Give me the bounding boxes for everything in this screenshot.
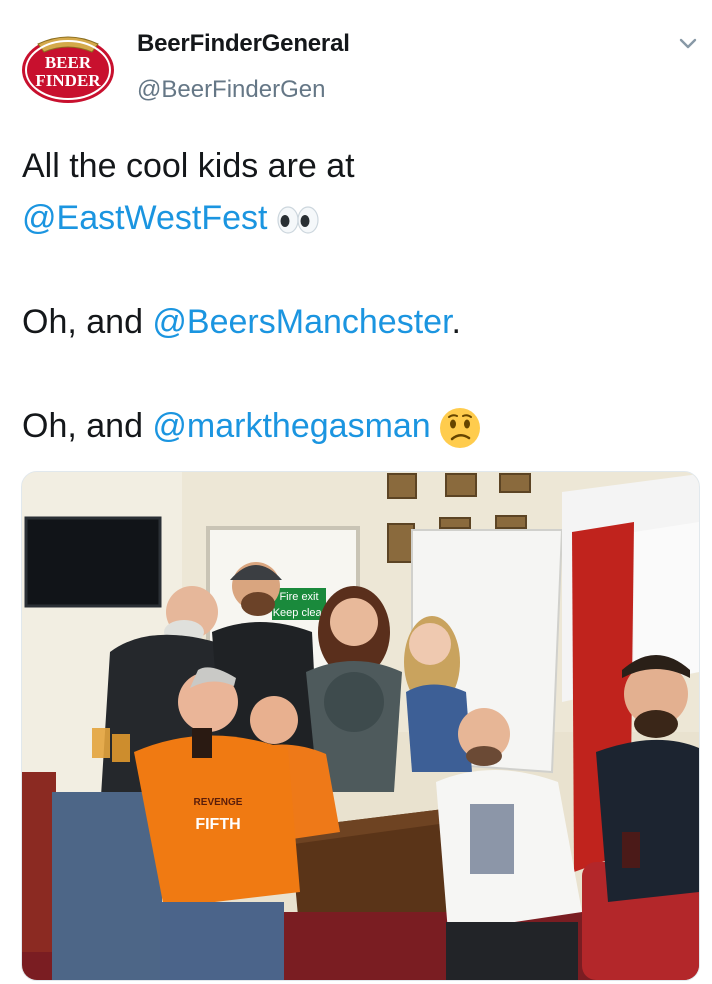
- group-photo-illustration: Fire exit Keep clear REVENGE FIFTH: [22, 472, 699, 980]
- display-name[interactable]: BeerFinderGeneral: [137, 30, 350, 58]
- sign-keep-clear: Keep clear: [273, 607, 326, 619]
- user-handle[interactable]: @BeerFinderGen: [137, 76, 325, 104]
- tweet-photo[interactable]: Fire exit Keep clear REVENGE FIFTH: [21, 471, 700, 981]
- mention-eastwestfest[interactable]: @EastWestFest: [22, 199, 268, 237]
- avatar[interactable]: BEER FINDER: [20, 26, 116, 106]
- avatar-text-finder: FINDER: [35, 71, 101, 90]
- shirt-text-fifth: FIFTH: [195, 816, 240, 833]
- mention-markthegasman[interactable]: @markthegasman: [152, 407, 430, 445]
- sign-fire-exit: Fire exit: [279, 591, 318, 603]
- tweet-line-1: All the cool kids are at: [22, 140, 692, 192]
- mention-beersmanchester[interactable]: @BeersManchester: [152, 303, 451, 341]
- tweet-line-2: @EastWestFest: [22, 192, 692, 244]
- chevron-down-icon[interactable]: [676, 34, 700, 54]
- avatar-text-beer: BEER: [45, 53, 92, 72]
- shirt-text-revenge: REVENGE: [194, 797, 243, 808]
- eyes-emoji-icon: [276, 206, 319, 234]
- tweet-header: BEER FINDER BeerFinderGeneral @BeerFinde…: [0, 0, 712, 120]
- line-text: Oh, and: [22, 407, 153, 445]
- line-punctuation: .: [451, 303, 461, 341]
- tweet-line-4: Oh, and @markthegasman: [22, 400, 692, 452]
- confused-face-emoji-icon: [439, 408, 480, 449]
- tv-screen: [24, 516, 162, 608]
- tweet-line-3: Oh, and @BeersManchester.: [22, 296, 692, 348]
- tweet-text: All the cool kids are at @EastWestFest O…: [22, 140, 692, 452]
- line-text: All the cool kids are at: [22, 147, 355, 185]
- line-text: Oh, and: [22, 303, 153, 341]
